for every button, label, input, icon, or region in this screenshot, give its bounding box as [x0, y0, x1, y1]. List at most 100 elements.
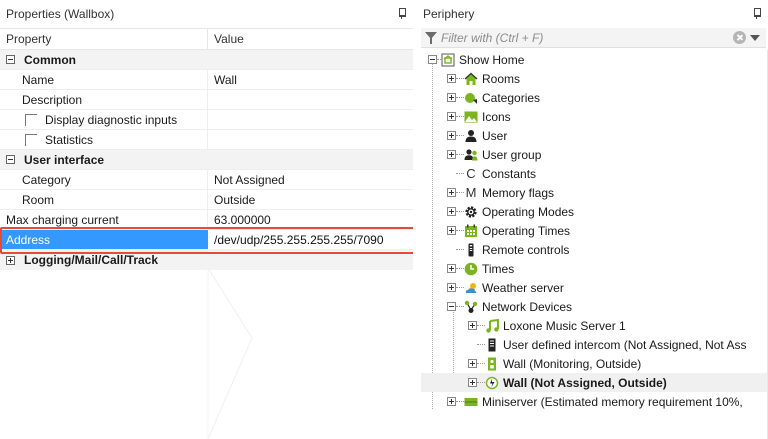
category-user-interface[interactable]: User interface — [0, 150, 413, 170]
property-grid: Property Value Common Name Wall Descript… — [0, 28, 413, 270]
expand-icon[interactable] — [447, 283, 456, 292]
tree-node-icons[interactable]: Icons — [421, 107, 768, 126]
tree-node-label: User — [482, 128, 508, 143]
tree-node-show-home[interactable]: Show Home — [421, 50, 768, 69]
property-row-display-diagnostic[interactable]: Display diagnostic inputs — [0, 110, 413, 130]
column-header-value[interactable]: Value — [208, 29, 413, 49]
tree-node-user[interactable]: User — [421, 126, 768, 145]
tree-node-label: Rooms — [482, 71, 521, 86]
periphery-panel-title: Periphery — [423, 7, 475, 21]
filter-bar — [421, 28, 766, 48]
category-logging[interactable]: Logging/Mail/Call/Track — [0, 250, 413, 270]
categories-icon — [464, 91, 478, 105]
collapse-icon[interactable] — [6, 55, 15, 64]
tree-node-label: Memory flags — [482, 185, 555, 200]
tree-node-times[interactable]: Times — [421, 259, 768, 278]
tree-node-music-server[interactable]: Loxone Music Server 1 — [421, 316, 768, 335]
tree-node-label: Constants — [482, 166, 537, 181]
tree-node-label: Miniserver (Estimated memory requirement… — [482, 394, 743, 409]
expand-icon[interactable] — [447, 207, 456, 216]
category-label: Logging/Mail/Call/Track — [24, 253, 159, 267]
tree-node-constants[interactable]: C Constants — [421, 164, 768, 183]
music-note-icon — [485, 318, 499, 333]
expand-icon[interactable] — [447, 93, 456, 102]
expand-icon[interactable] — [447, 131, 456, 140]
wallbox-icon — [485, 357, 499, 371]
tree-node-label: Wall (Monitoring, Outside) — [503, 356, 642, 371]
tree-node-weather-server[interactable]: Weather server — [421, 278, 768, 297]
property-value-category[interactable]: Not Assigned — [208, 170, 413, 189]
properties-panel-title: Properties (Wallbox) — [6, 7, 115, 21]
property-label: Room — [22, 192, 55, 207]
tree-node-intercom[interactable]: User defined intercom (Not Assigned, Not… — [421, 335, 768, 354]
expand-icon[interactable] — [447, 74, 456, 83]
expand-icon[interactable] — [468, 321, 477, 330]
tree-node-label: Categories — [482, 90, 541, 105]
property-value-name[interactable]: Wall — [208, 70, 413, 89]
collapse-icon[interactable] — [447, 302, 456, 311]
property-label: Max charging current — [6, 212, 119, 227]
expand-icon[interactable] — [6, 255, 15, 265]
property-value-description[interactable] — [208, 90, 413, 109]
property-row-address[interactable]: Address /dev/udp/255.255.255.255/7090 — [0, 230, 413, 250]
expand-icon[interactable] — [468, 378, 477, 387]
tree-node-label: Times — [482, 261, 515, 276]
filter-input[interactable] — [441, 28, 733, 47]
tree-node-rooms[interactable]: Rooms — [421, 69, 768, 88]
property-row-name[interactable]: Name Wall — [0, 70, 413, 90]
column-header-property[interactable]: Property — [0, 29, 208, 49]
collapse-icon[interactable] — [6, 155, 15, 164]
image-icon — [464, 110, 478, 124]
property-row-category[interactable]: Category Not Assigned — [0, 170, 413, 190]
pin-icon[interactable] — [752, 8, 762, 20]
expand-icon[interactable] — [447, 226, 456, 235]
tree-node-wall-monitoring[interactable]: Wall (Monitoring, Outside) — [421, 354, 768, 373]
category-label: Common — [24, 52, 76, 67]
expand-icon[interactable] — [447, 112, 456, 121]
property-value-address[interactable]: /dev/udp/255.255.255.255/7090 — [208, 230, 413, 249]
tree-node-label: Operating Times — [482, 223, 571, 238]
memory-m-icon: M — [465, 185, 477, 200]
property-value-room[interactable]: Outside — [208, 190, 413, 209]
pin-icon[interactable] — [397, 8, 407, 20]
house-icon — [464, 72, 478, 86]
tree-node-memory-flags[interactable]: M Memory flags — [421, 183, 768, 202]
tree-node-operating-times[interactable]: Operating Times — [421, 221, 768, 240]
gear-icon — [464, 205, 478, 219]
expand-icon[interactable] — [447, 150, 456, 159]
filter-dropdown-icon[interactable] — [750, 34, 760, 41]
expand-icon[interactable] — [447, 188, 456, 197]
property-row-room[interactable]: Room Outside — [0, 190, 413, 210]
property-row-description[interactable]: Description — [0, 90, 413, 110]
periphery-panel: Periphery Show Home Rooms — [419, 0, 768, 439]
tree-node-wall-selected[interactable]: Wall (Not Assigned, Outside) — [421, 373, 768, 392]
tree-node-label: User defined intercom (Not Assigned, Not… — [503, 337, 747, 352]
collapse-icon[interactable] — [428, 55, 437, 64]
expand-icon[interactable] — [447, 264, 456, 273]
display-diagnostic-checkbox[interactable] — [25, 113, 37, 126]
tree-node-user-group[interactable]: User group — [421, 145, 768, 164]
category-common[interactable]: Common — [0, 50, 413, 70]
property-row-statistics[interactable]: Statistics — [0, 130, 413, 150]
tree-node-network-devices[interactable]: Network Devices — [421, 297, 768, 316]
property-grid-header: Property Value — [0, 28, 413, 50]
property-value-max-charging-current[interactable]: 63.000000 — [208, 210, 413, 229]
tree-node-label: Show Home — [459, 52, 525, 67]
tree-node-operating-modes[interactable]: Operating Modes — [421, 202, 768, 221]
miniserver-icon — [464, 395, 478, 409]
tree-node-label: Icons — [482, 109, 511, 124]
statistics-checkbox[interactable] — [25, 133, 37, 146]
expand-icon[interactable] — [468, 359, 477, 368]
tree-node-categories[interactable]: Categories — [421, 88, 768, 107]
tree-node-remote-controls[interactable]: Remote controls — [421, 240, 768, 259]
home-frame-icon — [441, 53, 455, 67]
clear-filter-icon[interactable] — [733, 31, 746, 44]
property-row-max-charging-current[interactable]: Max charging current 63.000000 — [0, 210, 413, 230]
constants-c-icon: C — [466, 166, 476, 181]
category-label: User interface — [24, 152, 105, 167]
weather-icon — [464, 281, 478, 295]
tree-node-label: Operating Modes — [482, 204, 575, 219]
tree-node-miniserver[interactable]: Miniserver (Estimated memory requirement… — [421, 392, 768, 411]
user-icon — [464, 129, 478, 143]
expand-icon[interactable] — [447, 397, 456, 406]
